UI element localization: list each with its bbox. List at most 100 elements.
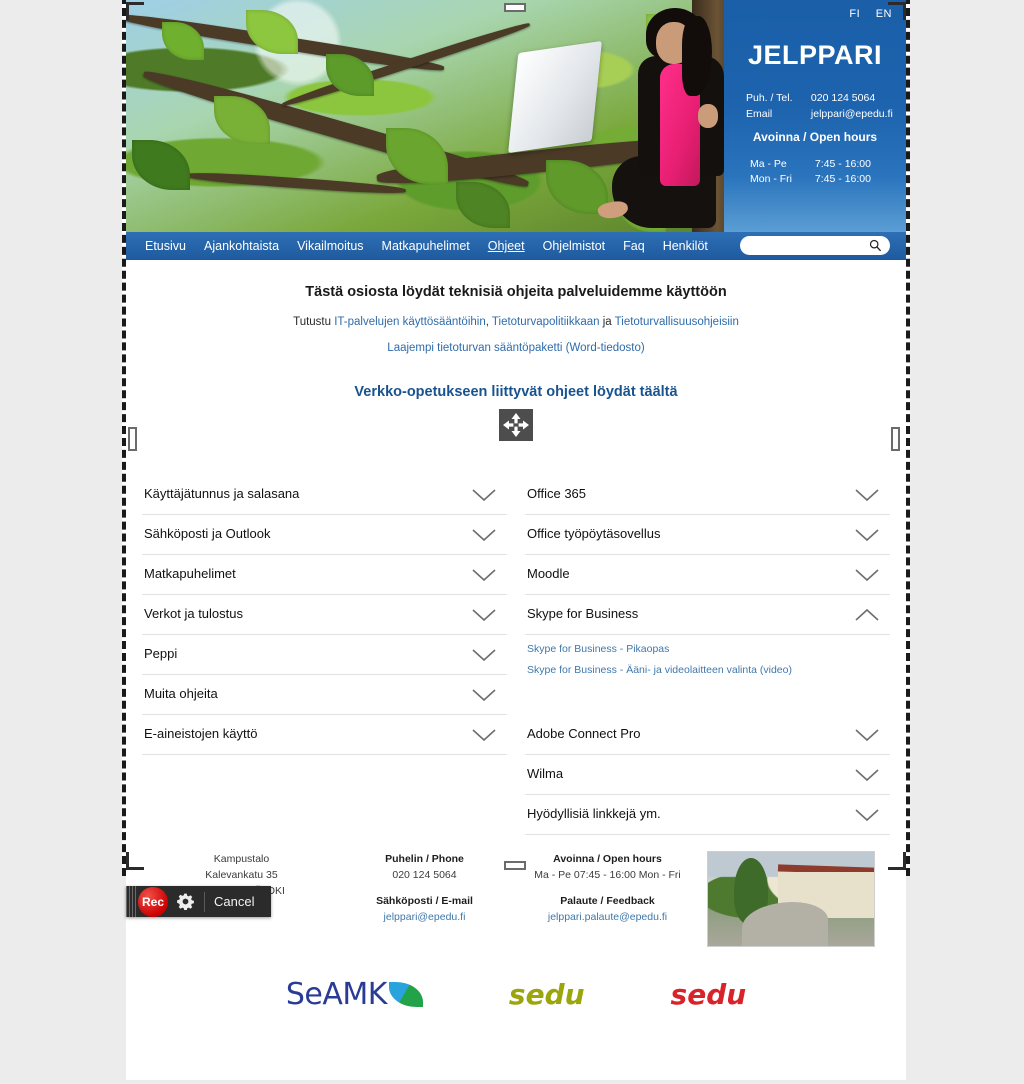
hero-hours-row-en: Mon - Fri 7:45 - 16:00: [750, 173, 871, 185]
nav-item-faq[interactable]: Faq: [614, 232, 654, 260]
selection-handle-bottom-right[interactable]: [888, 852, 906, 870]
cancel-button[interactable]: Cancel: [214, 894, 254, 909]
rules-package-line: Laajempi tietoturvan sääntöpaketti (Word…: [126, 342, 906, 354]
site-logo-jelppari[interactable]: JELPPARI: [724, 40, 906, 71]
nav-item-ohjelmistot[interactable]: Ohjelmistot: [534, 232, 615, 260]
chevron-down-icon[interactable]: [854, 727, 880, 743]
link-tietoturvallisuusohjeet[interactable]: Tietoturvallisuusohjeisiin: [615, 316, 739, 328]
skype-for-business-links: Skype for Business - Pikaopas Skype for …: [525, 635, 890, 697]
selection-handle-top-center[interactable]: [504, 3, 526, 12]
chevron-down-icon[interactable]: [471, 607, 497, 623]
verkko-opetus-heading[interactable]: Verkko-opetukseen liittyvät ohjeet löydä…: [126, 384, 906, 400]
accordion-item-moodle[interactable]: Moodle: [525, 555, 890, 595]
hero-hours-time-en: 7:45 - 16:00: [814, 173, 871, 185]
chevron-down-icon[interactable]: [471, 647, 497, 663]
link-skype-pikaopas[interactable]: Skype for Business - Pikaopas: [527, 643, 888, 655]
chevron-down-icon[interactable]: [854, 487, 880, 503]
logo-sedu-olive[interactable]: sedu: [509, 978, 585, 1011]
nav-item-matkapuhelimet[interactable]: Matkapuhelimet: [373, 232, 479, 260]
nav-item-list: Etusivu Ajankohtaista Vikailmoitus Matka…: [136, 232, 717, 260]
nav-item-ohjeet[interactable]: Ohjeet: [479, 232, 534, 260]
main-navigation-bar: Etusivu Ajankohtaista Vikailmoitus Matka…: [126, 232, 906, 260]
nav-item-henkilot[interactable]: Henkilöt: [654, 232, 717, 260]
accordion-item-peppi[interactable]: Peppi: [142, 635, 507, 675]
page-title: Tästä osiosta löydät teknisiä ohjeita pa…: [305, 284, 727, 300]
link-skype-aani-ja-videolaite[interactable]: Skype for Business - Ääni- ja videolaitt…: [527, 664, 888, 676]
toolbar-separator: [204, 891, 205, 912]
accordion-label: Peppi: [144, 646, 178, 661]
hero-email-value: jelppari@epedu.fi: [810, 108, 893, 120]
selection-handle-top-left[interactable]: [126, 2, 144, 20]
accordion-item-adobe-connect-pro[interactable]: Adobe Connect Pro: [525, 715, 890, 755]
chevron-down-icon[interactable]: [854, 567, 880, 583]
chevron-up-icon[interactable]: [854, 607, 880, 623]
hero-hours-row-fi: Ma - Pe 7:45 - 16:00: [750, 158, 871, 170]
accordion-label: Muita ohjeita: [144, 686, 218, 701]
nav-item-vikailmoitus[interactable]: Vikailmoitus: [288, 232, 372, 260]
chevron-down-icon[interactable]: [471, 727, 497, 743]
link-tietoturvapolitiikka[interactable]: Tietoturvapolitiikkaan: [492, 316, 600, 328]
link-it-palvelujen-kayttosaannot[interactable]: IT-palvelujen käyttösääntöihin: [334, 316, 486, 328]
accordion-label: Matkapuhelimet: [144, 566, 236, 581]
accordion-spacer: [525, 697, 890, 715]
hero-phone-label: Puh. / Tel.: [746, 92, 793, 104]
screen-recorder-toolbar[interactable]: Rec Cancel: [126, 886, 271, 917]
accordion-item-matkapuhelimet[interactable]: Matkapuhelimet: [142, 555, 507, 595]
chevron-down-icon[interactable]: [854, 767, 880, 783]
selection-handle-bottom-center[interactable]: [504, 861, 526, 870]
footer-address-line2: Kalevankatu 35: [205, 869, 278, 881]
chevron-down-icon[interactable]: [471, 687, 497, 703]
hero-open-hours-title: Avoinna / Open hours: [752, 130, 878, 144]
accordion-label: Käyttäjätunnus ja salasana: [144, 486, 300, 501]
footer-email-link[interactable]: jelppari@epedu.fi: [384, 911, 466, 923]
chevron-down-icon[interactable]: [854, 807, 880, 823]
search-icon[interactable]: [869, 239, 882, 257]
nav-item-etusivu[interactable]: Etusivu: [136, 232, 195, 260]
chevron-down-icon[interactable]: [471, 487, 497, 503]
selection-handle-top-right[interactable]: [888, 2, 906, 20]
lang-fi[interactable]: FI: [849, 8, 860, 20]
footer-address-line1: Kampustalo: [213, 853, 270, 865]
accordion-item-hyodyllisia-linkkeja[interactable]: Hyödyllisiä linkkejä ym.: [525, 795, 890, 835]
accordion-item-muita-ohjeita[interactable]: Muita ohjeita: [142, 675, 507, 715]
browser-page-content: FI EN JELPPARI Puh. / Tel. 020 124 5064 …: [126, 0, 906, 1080]
accordion-item-kayttajatunnus-ja-salasana[interactable]: Käyttäjätunnus ja salasana: [142, 475, 507, 515]
footer-hours-column: Avoinna / Open hours Ma - Pe 07:45 - 16:…: [516, 851, 699, 947]
rules-mid: ja: [599, 316, 615, 328]
footer-hours-title: Avoinna / Open hours: [553, 853, 662, 865]
chevron-down-icon[interactable]: [471, 527, 497, 543]
accordion-item-skype-for-business[interactable]: Skype for Business: [525, 595, 890, 635]
chevron-down-icon[interactable]: [471, 567, 497, 583]
search-input[interactable]: [748, 237, 870, 254]
accordion-item-office-365[interactable]: Office 365: [525, 475, 890, 515]
record-button[interactable]: Rec: [138, 886, 168, 917]
page-main-content: Tästä osiosta löydät teknisiä ohjeita pa…: [126, 260, 906, 835]
gear-icon[interactable]: [177, 893, 194, 910]
accordion-item-e-aineistojen-kaytto[interactable]: E-aineistojen käyttö: [142, 715, 507, 755]
hero-hours-days-fi: Ma - Pe: [750, 158, 787, 170]
accordion-item-verkot-ja-tulostus[interactable]: Verkot ja tulostus: [142, 595, 507, 635]
drag-grip-icon[interactable]: [126, 886, 136, 917]
hero-banner: FI EN JELPPARI Puh. / Tel. 020 124 5064 …: [126, 0, 906, 232]
accordion-item-office-tyopoytasovellus[interactable]: Office työpöytäsovellus: [525, 515, 890, 555]
selection-handle-right-middle[interactable]: [891, 427, 900, 451]
chevron-down-icon[interactable]: [854, 527, 880, 543]
hero-phone-value: 020 124 5064: [810, 92, 876, 104]
logo-sedu-red[interactable]: sedu: [671, 978, 747, 1011]
site-search-box[interactable]: [740, 236, 890, 255]
selection-handle-left-middle[interactable]: [128, 427, 137, 451]
accordion-item-sahkoposti-ja-outlook[interactable]: Sähköposti ja Outlook: [142, 515, 507, 555]
footer-feedback-link[interactable]: jelppari.palaute@epedu.fi: [548, 911, 667, 923]
move-cursor-icon[interactable]: [499, 409, 533, 441]
rules-intro-line: Tutustu IT-palvelujen käyttösääntöihin, …: [126, 316, 906, 328]
guides-accordion-grid: Käyttäjätunnus ja salasana Sähköposti ja…: [126, 441, 906, 835]
link-tietoturvan-saantopaketti[interactable]: Laajempi tietoturvan sääntöpaketti (Word…: [387, 342, 644, 354]
seamk-leaf-icon: [388, 982, 423, 1007]
nav-item-ajankohtaista[interactable]: Ajankohtaista: [195, 232, 288, 260]
accordion-item-wilma[interactable]: Wilma: [525, 755, 890, 795]
selection-handle-bottom-left[interactable]: [126, 852, 144, 870]
footer-phone-title: Puhelin / Phone: [385, 853, 464, 865]
logo-seamk[interactable]: SeAMK: [286, 977, 423, 1012]
language-switcher[interactable]: FI EN: [837, 8, 892, 20]
logo-seamk-text: SeAMK: [285, 977, 388, 1012]
